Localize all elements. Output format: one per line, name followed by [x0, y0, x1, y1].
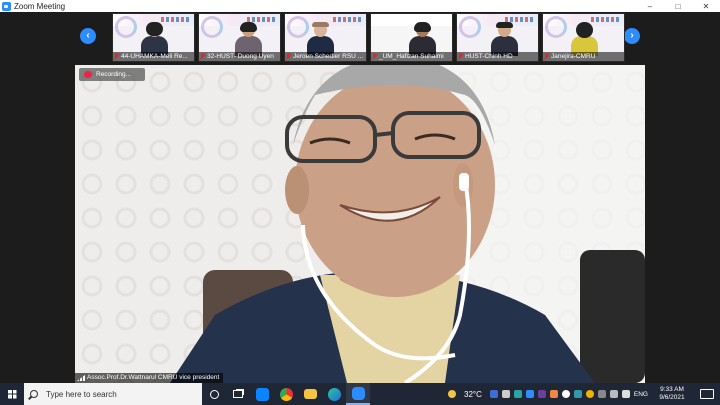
battery-icon[interactable] — [609, 390, 618, 398]
tray-app-icon[interactable] — [489, 390, 498, 398]
window-titlebar: Zoom Meeting – □ ✕ — [0, 0, 720, 12]
clock-time: 9:33 AM — [660, 386, 684, 393]
mic-muted-icon — [114, 53, 120, 60]
participant-name: 32-HUST- Duong Uyen — [207, 53, 274, 60]
wifi-icon[interactable] — [597, 390, 606, 398]
chevron-right-icon[interactable]: › — [624, 28, 640, 44]
language-indicator[interactable]: ENG — [634, 391, 648, 398]
participant-video — [491, 22, 518, 56]
system-clock[interactable]: 9:33 AM 9/6/2021 — [652, 386, 692, 402]
taskbar-search-box[interactable]: Type here to search — [24, 383, 202, 405]
volume-icon[interactable] — [621, 390, 630, 398]
recording-label: Recording... — [96, 71, 132, 78]
taskbar-app-chrome[interactable] — [274, 383, 298, 405]
tray-app-icon[interactable] — [561, 390, 570, 398]
participant-name: 44-UHAMKA-Meli Re... — [121, 53, 188, 60]
cortana-button[interactable] — [202, 383, 226, 405]
participant-tile[interactable]: HUST-Chinh HD — [456, 13, 539, 62]
speaker-video-frame — [75, 65, 645, 383]
mic-muted-icon — [544, 53, 550, 60]
participant-video — [409, 22, 436, 56]
minimize-button[interactable]: – — [636, 2, 664, 11]
windows-taskbar: Type here to search 32°C ENG 9:33 AM 9/6… — [0, 383, 720, 405]
weather-icon[interactable] — [448, 390, 457, 398]
tray-app-icon[interactable] — [513, 390, 522, 398]
mic-muted-icon — [200, 53, 206, 60]
task-view-button[interactable] — [226, 383, 250, 405]
chevron-left-icon[interactable]: ‹ — [80, 28, 96, 44]
start-button[interactable] — [0, 383, 24, 405]
windows-logo-icon — [7, 389, 17, 399]
participant-name: _UM_Hafizan Suhaimi — [379, 53, 444, 60]
zalo-icon — [255, 387, 269, 401]
search-placeholder: Type here to search — [46, 389, 117, 399]
zoom-logo-icon — [2, 1, 11, 11]
meeting-stage: ‹ › 44-UHAMKA-Meli Re... 32-HUST- Duong … — [0, 12, 720, 383]
zoom-icon — [351, 386, 365, 400]
participant-tile[interactable]: _UM_Hafizan Suhaimi — [370, 13, 453, 62]
taskbar-app-explorer[interactable] — [298, 383, 322, 405]
participant-gallery-strip: 44-UHAMKA-Meli Re... 32-HUST- Duong Uyen… — [112, 13, 625, 62]
participant-video — [571, 22, 598, 56]
cortana-icon — [209, 389, 219, 399]
window-title: Zoom Meeting — [14, 1, 66, 11]
taskbar-app-zoom[interactable] — [346, 383, 370, 405]
tray-app-icon[interactable] — [525, 390, 534, 398]
taskbar-app-edge[interactable] — [322, 383, 346, 405]
active-speaker-video[interactable]: Recording... Assoc.Prof.Dr.Wattnarul CMR… — [75, 65, 645, 383]
file-explorer-icon — [303, 389, 317, 399]
task-view-icon — [233, 390, 243, 398]
speaker-name: Assoc.Prof.Dr.Wattnarul CMRU vice presid… — [87, 374, 220, 381]
participant-tile[interactable]: Jeroen Schedler RSU ... — [284, 13, 367, 62]
temperature[interactable]: 32°C — [464, 390, 482, 399]
mic-muted-icon — [372, 53, 378, 60]
maximize-button[interactable]: □ — [664, 2, 692, 11]
participant-video — [307, 22, 334, 56]
participant-name: Janejira-CMRU — [551, 53, 596, 60]
connection-signal-icon — [77, 375, 85, 381]
participant-tile[interactable]: Janejira-CMRU — [542, 13, 625, 62]
clock-date: 9/6/2021 — [659, 394, 685, 401]
search-icon — [30, 390, 38, 398]
participant-tile[interactable]: 44-UHAMKA-Meli Re... — [112, 13, 195, 62]
participant-video — [235, 22, 262, 56]
recording-indicator[interactable]: Recording... — [79, 68, 145, 81]
participant-name: HUST-Chinh HD — [465, 53, 513, 60]
participant-video — [141, 22, 168, 56]
tray-app-icon[interactable] — [585, 390, 594, 398]
tray-app-icon[interactable] — [573, 390, 582, 398]
close-button[interactable]: ✕ — [692, 2, 720, 11]
taskbar-app-zalo[interactable] — [250, 383, 274, 405]
edge-icon — [327, 387, 341, 401]
mic-muted-icon — [286, 53, 292, 60]
participant-name: Jeroen Schedler RSU ... — [293, 53, 364, 60]
tray-app-icon[interactable] — [501, 390, 510, 398]
notification-center-icon[interactable] — [700, 389, 714, 399]
system-tray: 32°C ENG 9:33 AM 9/6/2021 — [448, 383, 720, 405]
onenote-icon[interactable] — [537, 390, 546, 398]
speaker-name-tag: Assoc.Prof.Dr.Wattnarul CMRU vice presid… — [75, 373, 224, 383]
record-icon — [84, 71, 92, 78]
chrome-icon — [279, 387, 293, 401]
tray-app-icon[interactable] — [549, 390, 558, 398]
participant-tile[interactable]: 32-HUST- Duong Uyen — [198, 13, 281, 62]
mic-muted-icon — [458, 53, 464, 60]
